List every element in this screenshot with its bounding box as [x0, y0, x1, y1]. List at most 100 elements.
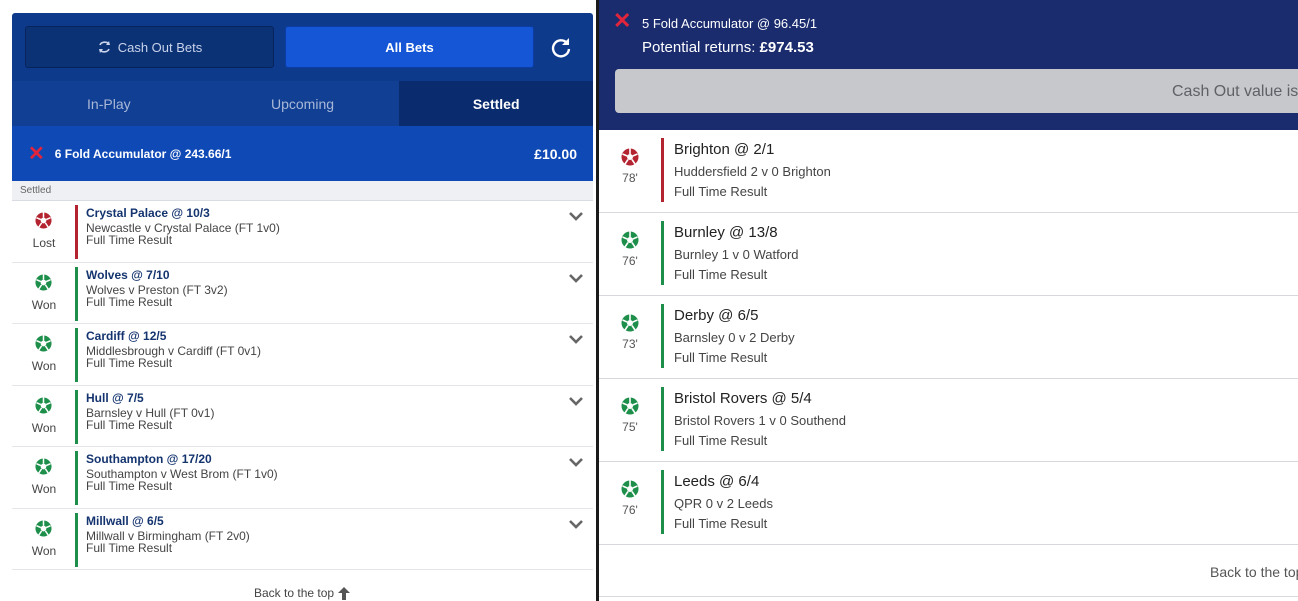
leg-status-bar	[661, 470, 664, 534]
leg-selection: Wolves @ 7/10	[86, 267, 170, 282]
bet-leg-row[interactable]: 73' Derby @ 6/5 Barnsley 0 v 2 Derby Ful…	[599, 296, 1298, 379]
bet-leg-row[interactable]: 76' Burnley @ 13/8 Burnley 1 v 0 Watford…	[599, 213, 1298, 296]
bet-title: 5 Fold Accumulator @ 96.45/1	[642, 16, 818, 31]
bet-detail-header: ✕ 5 Fold Accumulator @ 96.45/1 Potential…	[599, 0, 1298, 130]
back-to-top-link[interactable]: Back to the top	[1210, 564, 1298, 580]
footer-divider	[599, 596, 1298, 597]
bet-tabs: In-Play Upcoming Settled	[12, 81, 593, 126]
leg-selection: Burnley @ 13/8	[674, 224, 778, 241]
football-icon	[621, 314, 639, 332]
leg-market: Full Time Result	[86, 233, 173, 247]
leg-status-bar	[75, 328, 78, 382]
football-icon	[35, 519, 52, 537]
leg-match: QPR 0 v 2 Leeds	[674, 496, 773, 511]
refresh-icon[interactable]	[548, 35, 574, 61]
leg-status-bar	[75, 389, 78, 444]
leg-market: Full Time Result	[86, 294, 173, 309]
bet-leg-row[interactable]: Won Cardiff @ 12/5 Middlesbrough v Cardi…	[12, 324, 593, 386]
arrow-up-icon	[338, 586, 351, 600]
match-minute: 78'	[622, 171, 638, 185]
football-icon	[35, 335, 52, 352]
bet-leg-row[interactable]: Won Millwall @ 6/5 Millwall v Birmingham…	[12, 509, 593, 570]
match-minute: 76'	[622, 254, 638, 268]
leg-market: Full Time Result	[674, 516, 768, 531]
football-icon	[621, 397, 639, 415]
leg-match: Bristol Rovers 1 v 0 Southend	[674, 413, 846, 428]
leg-selection: Millwall @ 6/5	[86, 513, 164, 528]
cash-out-bets-button[interactable]: Cash Out Bets	[25, 26, 274, 68]
leg-market: Full Time Result	[86, 356, 173, 370]
cash-out-button[interactable]: Cash Out value is	[615, 69, 1298, 113]
leg-selection: Derby @ 6/5	[674, 307, 759, 324]
leg-status-bar	[75, 451, 78, 505]
chevron-down-icon[interactable]	[568, 519, 584, 531]
football-icon	[621, 148, 639, 166]
bet-leg-row[interactable]: Won Southampton @ 17/20 Southampton v We…	[12, 447, 593, 509]
tab-settled[interactable]: Settled	[399, 81, 593, 126]
chevron-down-icon[interactable]	[568, 211, 584, 223]
leg-match: Huddersfield 2 v 0 Brighton	[674, 164, 831, 179]
leg-status-bar	[661, 221, 664, 285]
leg-selection: Hull @ 7/5	[86, 390, 144, 405]
bet-leg-row[interactable]: 78' Brighton @ 2/1 Huddersfield 2 v 0 Br…	[599, 130, 1298, 213]
chevron-down-icon[interactable]	[568, 334, 584, 346]
bet-leg-row[interactable]: Won Wolves @ 7/10 Wolves v Preston (FT 3…	[12, 263, 593, 324]
leg-match: Burnley 1 v 0 Watford	[674, 247, 799, 262]
match-minute: 73'	[622, 337, 638, 351]
all-bets-label: All Bets	[385, 39, 434, 55]
football-icon	[35, 273, 52, 291]
leg-market: Full Time Result	[86, 540, 173, 555]
leg-market: Full Time Result	[674, 267, 768, 282]
leg-selection: Cardiff @ 12/5	[86, 329, 167, 343]
leg-status-bar	[661, 138, 664, 202]
leg-status-bar	[661, 304, 664, 368]
chevron-down-icon[interactable]	[568, 457, 584, 469]
football-icon	[621, 480, 639, 498]
leg-selection: Leeds @ 6/4	[674, 473, 760, 490]
section-label: Settled	[12, 181, 593, 201]
chevron-down-icon[interactable]	[568, 273, 584, 285]
leg-selection: Bristol Rovers @ 5/4	[674, 390, 812, 407]
chevron-down-icon[interactable]	[568, 396, 584, 408]
potential-returns-label: Potential returns:	[642, 39, 756, 56]
match-minute: 76'	[622, 503, 638, 517]
bet-stake: £10.00	[534, 145, 577, 162]
all-bets-button[interactable]: All Bets	[285, 26, 534, 68]
leg-selection: Southampton @ 17/20	[86, 452, 212, 466]
leg-result: Lost	[32, 236, 56, 250]
bet-title: 6 Fold Accumulator @ 243.66/1	[54, 146, 232, 161]
bet-detail-panel: ✕ 5 Fold Accumulator @ 96.45/1 Potential…	[599, 0, 1298, 601]
bet-leg-row[interactable]: 76' Leeds @ 6/4 QPR 0 v 2 Leeds Full Tim…	[599, 462, 1298, 545]
leg-selection: Crystal Palace @ 10/3	[86, 206, 210, 220]
close-icon: ✕	[28, 142, 45, 165]
bet-leg-row[interactable]: Won Hull @ 7/5 Barnsley v Hull (FT 0v1) …	[12, 386, 593, 447]
tab-in-play[interactable]: In-Play	[12, 81, 206, 126]
leg-match: Barnsley 0 v 2 Derby	[674, 330, 795, 345]
leg-market: Full Time Result	[674, 433, 768, 448]
cash-out-icon	[97, 41, 112, 53]
potential-returns-value: £974.53	[759, 39, 814, 56]
leg-result: Won	[31, 297, 57, 312]
football-icon	[35, 212, 52, 229]
football-icon	[35, 458, 52, 475]
bet-summary[interactable]: ✕ 6 Fold Accumulator @ 243.66/1 £10.00	[12, 126, 593, 181]
leg-result: Won	[31, 543, 57, 558]
potential-returns: Potential returns: £974.53	[642, 39, 814, 56]
leg-status-bar	[75, 205, 78, 259]
football-icon	[621, 231, 639, 249]
close-icon: ✕	[613, 8, 632, 33]
leg-selection: Brighton @ 2/1	[674, 141, 775, 158]
my-bets-panel: Cash Out Bets All Bets In-Play Upcoming …	[0, 0, 596, 601]
back-to-top-label: Back to the top	[254, 586, 335, 600]
live-legs-list: 78' Brighton @ 2/1 Huddersfield 2 v 0 Br…	[599, 130, 1298, 545]
bet-legs-list: Lost Crystal Palace @ 10/3 Newcastle v C…	[12, 201, 593, 570]
bet-leg-row[interactable]: Lost Crystal Palace @ 10/3 Newcastle v C…	[12, 201, 593, 263]
leg-market: Full Time Result	[86, 479, 173, 493]
bet-leg-row[interactable]: 75' Bristol Rovers @ 5/4 Bristol Rovers …	[599, 379, 1298, 462]
screen: Cash Out Bets All Bets In-Play Upcoming …	[0, 0, 1298, 601]
tab-upcoming[interactable]: Upcoming	[205, 81, 400, 126]
match-minute: 75'	[622, 420, 638, 434]
football-icon	[35, 396, 52, 414]
back-to-top-link[interactable]: Back to the top	[254, 586, 351, 600]
leg-status-bar	[661, 387, 664, 451]
